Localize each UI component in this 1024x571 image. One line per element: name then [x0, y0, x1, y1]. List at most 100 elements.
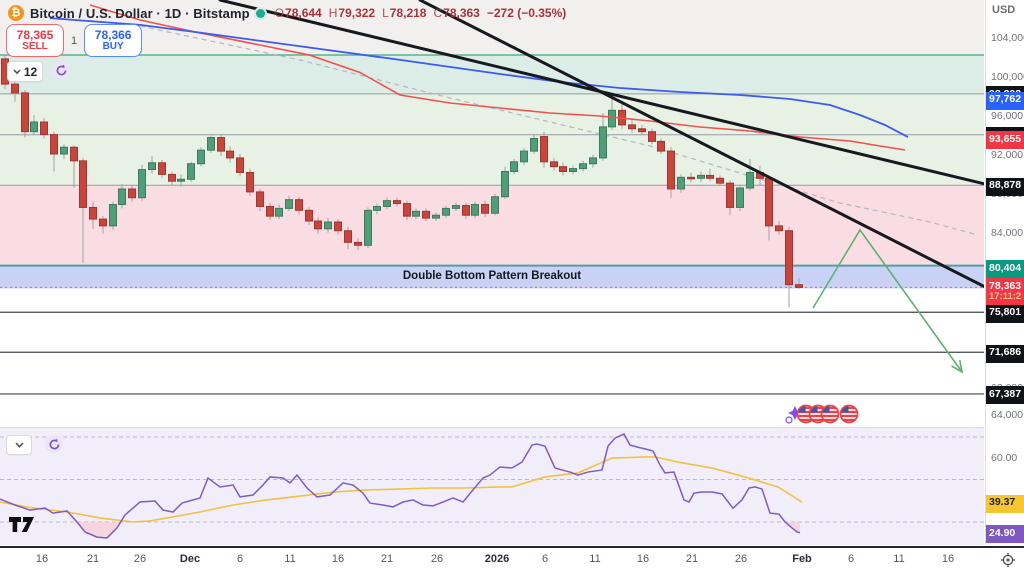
candle[interactable]: [521, 151, 528, 162]
candle[interactable]: [737, 188, 744, 207]
candle[interactable]: [267, 206, 274, 216]
candle[interactable]: [600, 127, 607, 158]
candle[interactable]: [296, 200, 303, 211]
pattern-annotation-label: Double Bottom Pattern Breakout: [0, 270, 984, 282]
settings-gear-icon[interactable]: [1000, 552, 1016, 571]
candle[interactable]: [90, 207, 97, 219]
candle[interactable]: [688, 177, 695, 179]
candle[interactable]: [218, 138, 225, 152]
candle[interactable]: [531, 138, 538, 151]
candle[interactable]: [433, 215, 440, 218]
candle[interactable]: [511, 162, 518, 172]
candle[interactable]: [796, 285, 803, 288]
buy-button[interactable]: 78,366 BUY: [84, 24, 142, 57]
candle[interactable]: [472, 205, 479, 216]
candle[interactable]: [551, 162, 558, 167]
candle[interactable]: [443, 208, 450, 215]
candle[interactable]: [119, 189, 126, 205]
candle[interactable]: [413, 211, 420, 216]
candle[interactable]: [707, 175, 714, 178]
candle[interactable]: [580, 164, 587, 169]
candle[interactable]: [717, 178, 724, 183]
candle[interactable]: [149, 163, 156, 170]
candle[interactable]: [100, 219, 107, 226]
candle[interactable]: [355, 242, 362, 245]
currency-label: USD: [992, 4, 1015, 16]
tradingview-logo[interactable]: [8, 514, 38, 539]
candle[interactable]: [747, 172, 754, 188]
candle[interactable]: [668, 151, 675, 189]
candle[interactable]: [110, 205, 117, 226]
candle[interactable]: [453, 205, 460, 208]
refresh-icon[interactable]: [52, 61, 70, 79]
time-tick: 6: [542, 553, 548, 565]
pattern-count-dropdown[interactable]: 12: [7, 61, 43, 82]
candle[interactable]: [315, 221, 322, 229]
time-axis[interactable]: 162126Dec6111621262026611162126Feb61116: [0, 546, 1024, 571]
candle[interactable]: [776, 226, 783, 231]
candle[interactable]: [169, 174, 176, 181]
candle[interactable]: [502, 172, 509, 197]
rsi-tick: 60.00: [991, 452, 1017, 464]
candle[interactable]: [129, 189, 136, 198]
candle[interactable]: [286, 200, 293, 209]
candle[interactable]: [276, 208, 283, 216]
candle[interactable]: [80, 161, 87, 208]
candle[interactable]: [12, 84, 19, 93]
chart-canvas[interactable]: Double Bottom Pattern Breakout ₿ Bitcoin…: [0, 0, 984, 545]
candle[interactable]: [698, 175, 705, 178]
sell-button[interactable]: 78,365 SELL: [6, 24, 64, 57]
candle[interactable]: [394, 201, 401, 204]
candle[interactable]: [423, 211, 430, 218]
candle[interactable]: [639, 129, 646, 132]
candle[interactable]: [335, 222, 342, 231]
price-tick: 84,000: [991, 227, 1023, 239]
candle[interactable]: [766, 178, 773, 226]
candle[interactable]: [247, 172, 254, 191]
candle[interactable]: [51, 135, 58, 154]
candle[interactable]: [570, 169, 577, 172]
rsi-refresh-icon[interactable]: [45, 435, 63, 453]
symbol-title[interactable]: Bitcoin / U.S. Dollar · 1D · Bitstamp: [30, 6, 250, 21]
candle[interactable]: [139, 170, 146, 198]
candle[interactable]: [345, 231, 352, 243]
candle[interactable]: [306, 210, 313, 221]
candle[interactable]: [41, 122, 48, 135]
price-axis[interactable]: USD 104,000100,00096,00092,00088,00084,0…: [985, 0, 1024, 545]
candle[interactable]: [658, 141, 665, 151]
candle[interactable]: [727, 183, 734, 207]
candle[interactable]: [463, 205, 470, 215]
candle[interactable]: [374, 206, 381, 210]
candle[interactable]: [31, 122, 38, 132]
candle[interactable]: [590, 158, 597, 164]
candle[interactable]: [257, 192, 264, 207]
candle[interactable]: [208, 138, 215, 151]
candle[interactable]: [541, 137, 548, 162]
us-economic-event-icons[interactable]: [786, 405, 858, 423]
candle[interactable]: [492, 197, 499, 214]
candle[interactable]: [649, 132, 656, 142]
candle[interactable]: [365, 210, 372, 245]
candle[interactable]: [384, 201, 391, 207]
candle[interactable]: [404, 204, 411, 217]
candle[interactable]: [178, 179, 185, 181]
candle[interactable]: [159, 163, 166, 175]
candle[interactable]: [560, 167, 567, 172]
time-tick: 26: [735, 553, 747, 565]
candle[interactable]: [22, 93, 29, 132]
rsi-dropdown[interactable]: [6, 435, 32, 455]
candle[interactable]: [629, 125, 636, 129]
candle[interactable]: [198, 150, 205, 164]
candle[interactable]: [609, 110, 616, 127]
candle[interactable]: [325, 222, 332, 229]
candle[interactable]: [678, 177, 685, 189]
candle[interactable]: [71, 147, 78, 161]
candle[interactable]: [227, 151, 234, 158]
tradingview-chart-window: Double Bottom Pattern Breakout ₿ Bitcoin…: [0, 0, 1024, 571]
candle[interactable]: [61, 147, 68, 154]
candle[interactable]: [237, 158, 244, 173]
candle[interactable]: [188, 164, 195, 180]
price-badge: 75,801: [986, 305, 1024, 323]
bitcoin-icon: ₿: [8, 5, 24, 21]
candle[interactable]: [482, 205, 489, 214]
